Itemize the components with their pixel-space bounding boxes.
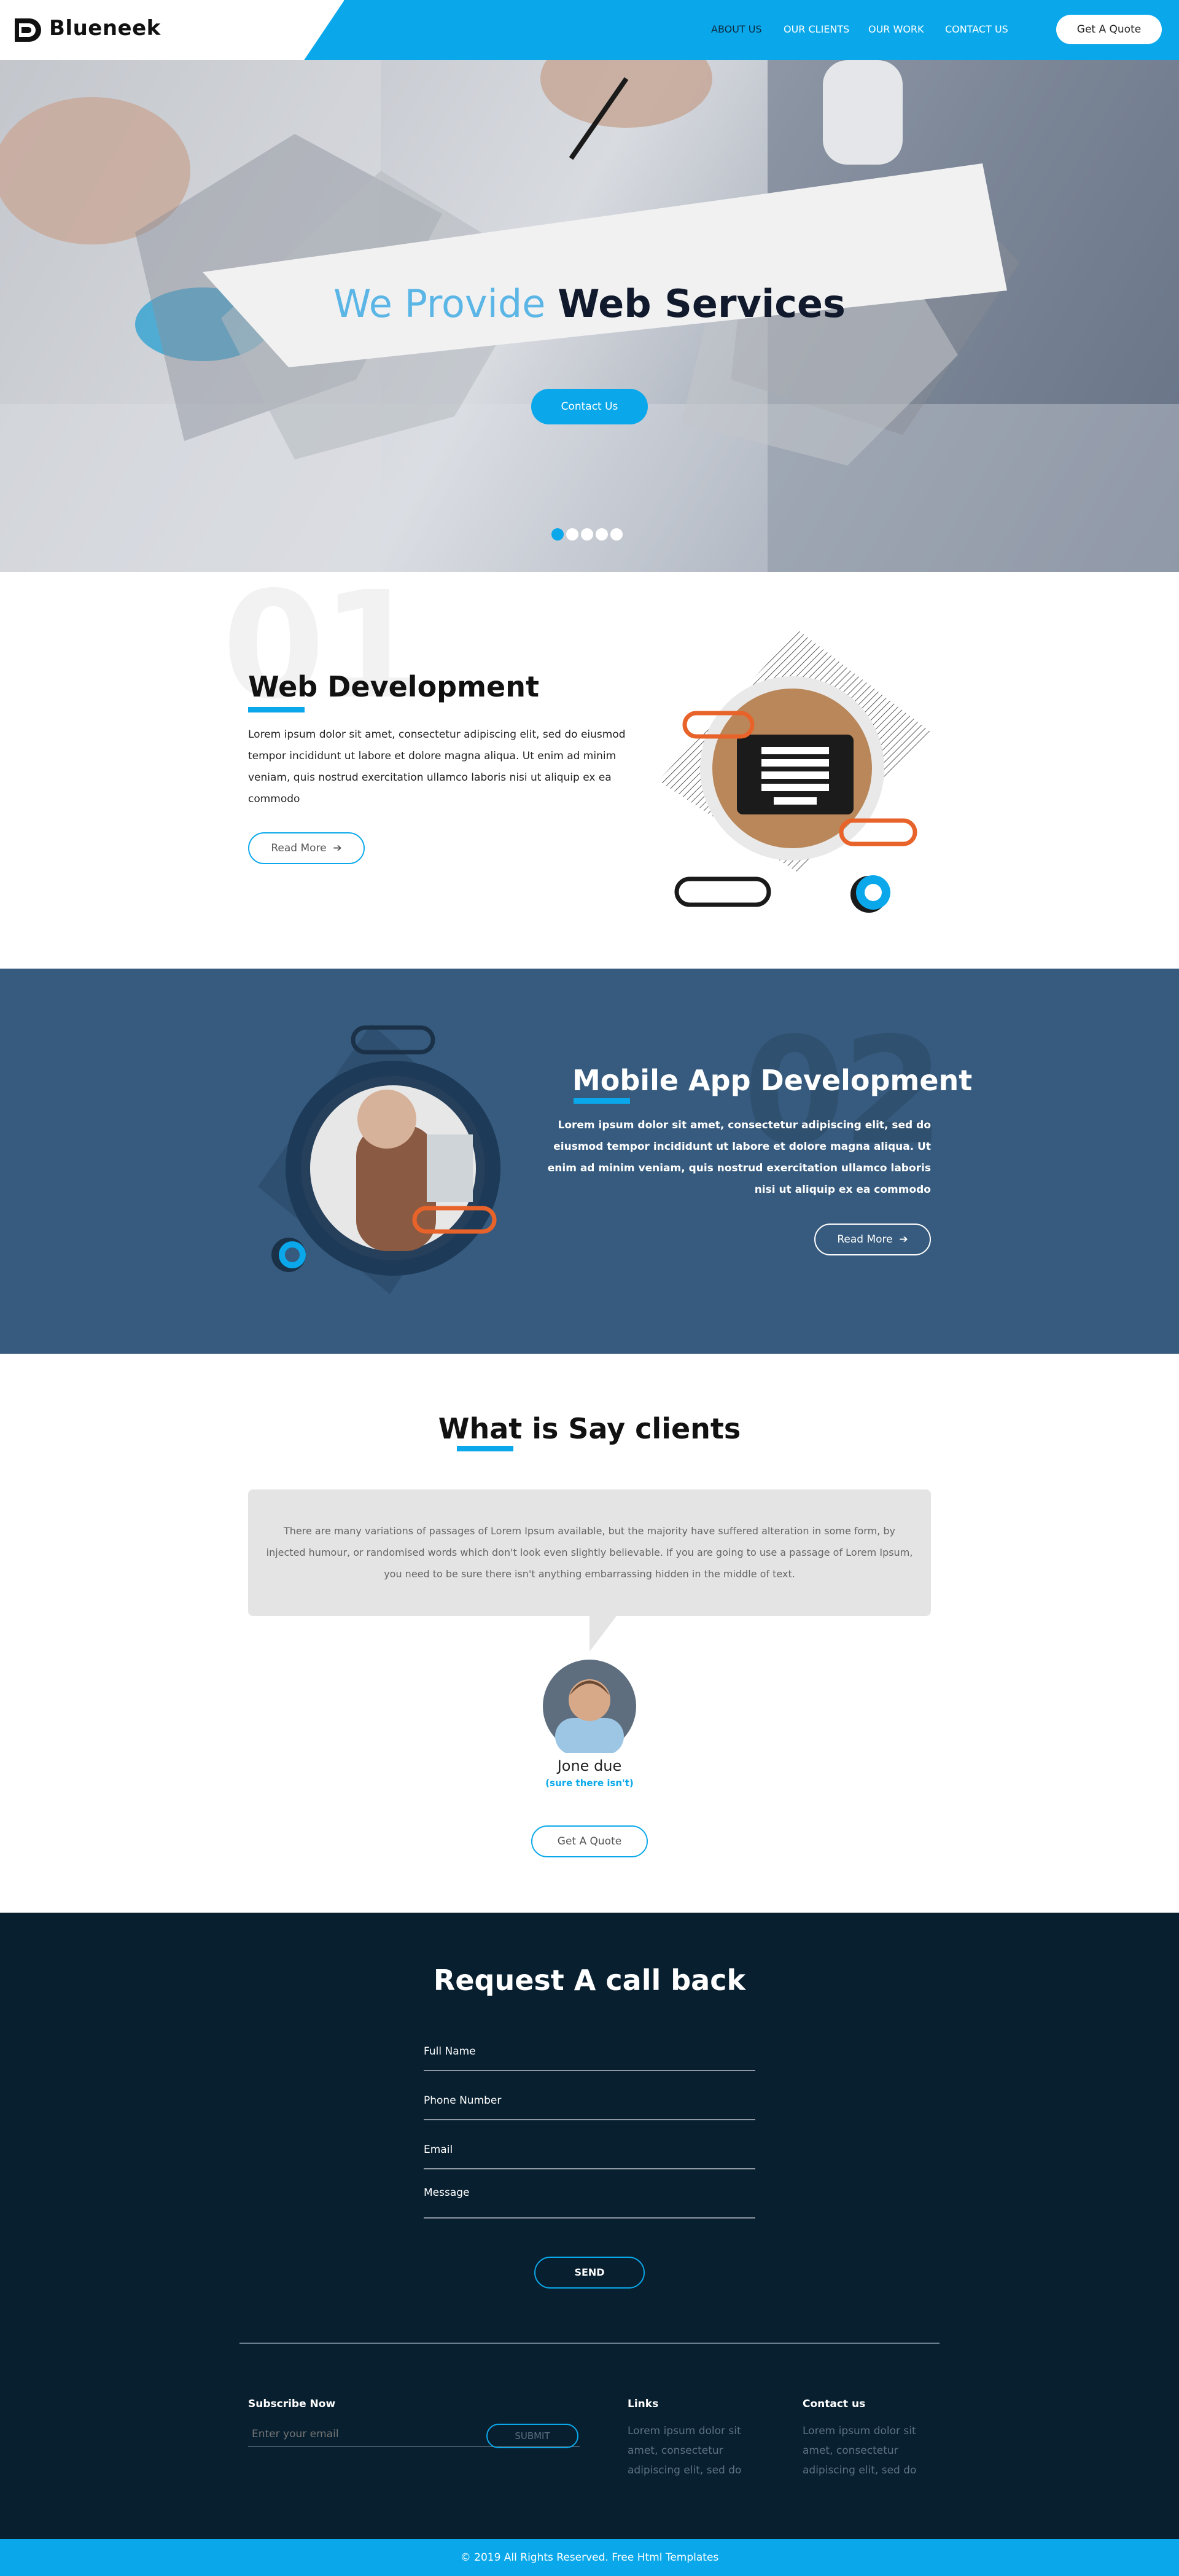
subscribe-title: Subscribe Now (248, 2398, 336, 2410)
get-a-quote-button[interactable]: Get A Quote (1056, 15, 1162, 44)
testimonial-text: There are many variations of passages of… (266, 1525, 913, 1580)
arrow-right-icon: ➔ (896, 1233, 908, 1246)
title-underline (248, 707, 305, 712)
mobile-app-illustration (258, 1024, 500, 1294)
client-subtitle: (sure there isn't) (545, 1778, 634, 1789)
logo-text[interactable]: Blueneek (49, 16, 161, 41)
hero-title-light: We Provide (333, 281, 546, 326)
footer-divider (239, 2343, 940, 2344)
slider-dot[interactable] (610, 528, 623, 541)
client-name: Jone due (557, 1757, 622, 1774)
slider-dot[interactable] (551, 528, 564, 541)
nav-contact-us[interactable]: CONTACT US (945, 23, 1008, 35)
client-avatar (543, 1660, 636, 1753)
web-development-section: 01 Web Development Lorem ipsum dolor sit… (0, 572, 1179, 969)
nav-our-clients[interactable]: OUR CLIENTS (784, 23, 849, 35)
slider-dot[interactable] (596, 528, 608, 541)
read-more-label: Read More (271, 842, 327, 854)
site-header: Blueneek ABOUT US OUR CLIENTS OUR WORK C… (0, 0, 1179, 60)
contact-text: Lorem ipsum dolor sit amet, consectetur … (803, 2425, 917, 2476)
callback-section: Request A call back Full Name Phone Numb… (0, 1913, 1179, 2539)
callback-title: Request A call back (433, 1964, 746, 1997)
mobile-app-section: 02 Mobile App Development Lorem ipsum do… (0, 969, 1179, 1354)
slider-dot[interactable] (566, 528, 578, 541)
links-text: Lorem ipsum dolor sit amet, consectetur … (628, 2425, 742, 2476)
title-underline (574, 1098, 630, 1104)
logo-icon[interactable] (11, 15, 42, 45)
header-slant (304, 0, 344, 60)
read-more-label: Read More (837, 1233, 893, 1246)
web-development-title: Web Development (248, 670, 539, 703)
testimonial-bubble: There are many variations of passages of… (248, 1489, 931, 1616)
copyright-bar: © 2019 All Rights Reserved. Free Html Te… (0, 2539, 1179, 2576)
nav-our-work[interactable]: OUR WORK (868, 23, 924, 35)
title-underline (457, 1446, 513, 1451)
message-field[interactable]: Message (424, 2187, 470, 2199)
subscribe-submit-button[interactable]: SUBMIT (486, 2424, 578, 2448)
web-development-text: Lorem ipsum dolor sit amet, consectetur … (248, 728, 626, 805)
hero-slider: We Provide Web Services Contact Us (0, 60, 1179, 572)
field-underline (424, 2119, 755, 2120)
web-development-illustration (658, 630, 930, 913)
bubble-tail (590, 1616, 617, 1652)
links-title: Links (628, 2398, 659, 2410)
mobile-app-text: Lorem ipsum dolor sit amet, consectetur … (547, 1119, 931, 1196)
hero-title-bold: Web Services (558, 281, 846, 326)
contact-us-button[interactable]: Contact Us (531, 389, 648, 424)
slider-dots (551, 528, 637, 542)
testimonials-title: What is Say clients (438, 1412, 741, 1445)
email-field[interactable]: Email (424, 2144, 453, 2156)
field-underline (424, 2070, 755, 2071)
mobile-read-more-button[interactable]: Read More ➔ (814, 1224, 931, 1255)
hero-title: We Provide Web Services (0, 281, 1179, 326)
field-underline (424, 2168, 755, 2169)
arrow-right-icon: ➔ (330, 842, 342, 854)
client-get-a-quote-button[interactable]: Get A Quote (531, 1825, 648, 1857)
nav-about-us[interactable]: ABOUT US (711, 23, 762, 35)
full-name-field[interactable]: Full Name (424, 2045, 476, 2058)
contact-title: Contact us (803, 2398, 866, 2410)
field-underline (424, 2217, 755, 2219)
mobile-app-title: Mobile App Development (572, 1064, 973, 1097)
web-read-more-button[interactable]: Read More ➔ (248, 832, 365, 864)
slider-dot[interactable] (581, 528, 593, 541)
send-button[interactable]: SEND (534, 2257, 645, 2289)
phone-number-field[interactable]: Phone Number (424, 2094, 501, 2107)
testimonials-section: What is Say clients There are many varia… (0, 1354, 1179, 1913)
